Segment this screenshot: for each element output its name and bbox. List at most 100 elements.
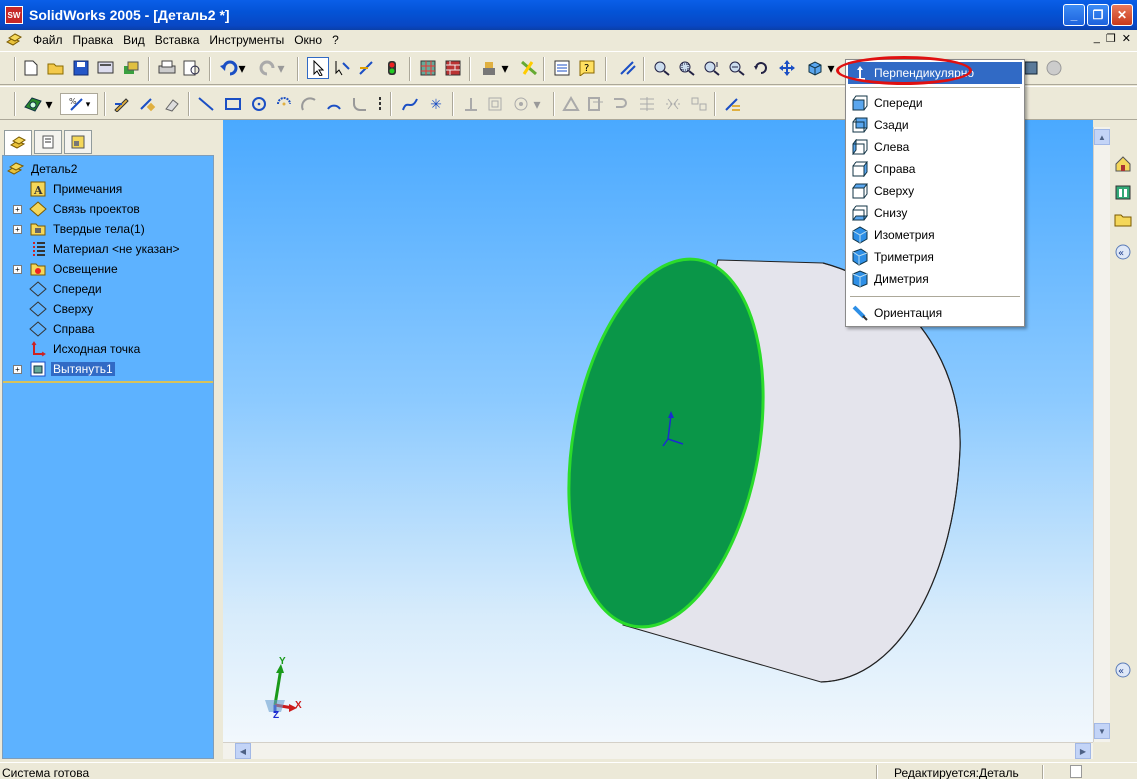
- print-preview-icon[interactable]: [95, 57, 117, 79]
- fillet-sketch-icon[interactable]: [722, 93, 744, 115]
- scroll-up-icon[interactable]: ▲: [1094, 129, 1110, 145]
- tree-item-extrude[interactable]: + Вытянуть1: [3, 359, 213, 379]
- collapse-pane-icon[interactable]: «: [1112, 241, 1134, 263]
- doc-close-button[interactable]: ✕: [1122, 32, 1131, 45]
- dimension-icon[interactable]: % ▾: [60, 93, 98, 115]
- tree-item-lighting[interactable]: + Освещение: [3, 259, 213, 279]
- linear-pattern-icon[interactable]: [636, 93, 658, 115]
- mirror-dropdown-icon[interactable]: ▾: [532, 93, 542, 115]
- pan-icon[interactable]: [776, 57, 798, 79]
- sketch-plane-dropdown-icon[interactable]: ▾: [44, 93, 54, 115]
- view-orientation-dropdown-icon[interactable]: ▾: [826, 57, 836, 79]
- part-document-icon[interactable]: [5, 32, 23, 48]
- zoom-selection-icon[interactable]: [726, 57, 748, 79]
- feature-manager-tab[interactable]: [4, 130, 32, 156]
- menu-item-orientation[interactable]: Ориентация: [848, 302, 1022, 324]
- tree-root-part[interactable]: Деталь2: [3, 159, 213, 179]
- tree-item-material[interactable]: Материал <не указан>: [3, 239, 213, 259]
- fillet-icon[interactable]: [348, 93, 370, 115]
- minimize-button[interactable]: _: [1063, 4, 1085, 26]
- arc-center-icon[interactable]: [273, 93, 295, 115]
- convert-icon[interactable]: [585, 93, 607, 115]
- expand-icon[interactable]: +: [13, 224, 22, 234]
- trim-icon[interactable]: [560, 93, 582, 115]
- arc-3point-icon[interactable]: [323, 93, 345, 115]
- rotate-view-icon[interactable]: [751, 57, 773, 79]
- maximize-button[interactable]: ❐: [1087, 4, 1109, 26]
- sketch-icon[interactable]: [356, 57, 378, 79]
- line-icon[interactable]: [195, 93, 217, 115]
- menu-view[interactable]: Вид: [118, 31, 150, 49]
- zoom-area-icon[interactable]: [676, 57, 698, 79]
- appearance-icon[interactable]: [479, 57, 501, 79]
- centerline-icon[interactable]: [374, 93, 386, 115]
- menu-item-top[interactable]: Сверху: [848, 180, 1022, 202]
- configuration-manager-tab[interactable]: [64, 130, 92, 154]
- eraser-icon[interactable]: [161, 93, 183, 115]
- new-icon[interactable]: [20, 57, 42, 79]
- tree-item-design-binder[interactable]: + Связь проектов: [3, 199, 213, 219]
- save-icon[interactable]: [70, 57, 92, 79]
- menu-help[interactable]: ?: [327, 31, 344, 49]
- menu-window[interactable]: Окно: [289, 31, 327, 49]
- menu-file[interactable]: Файл: [28, 31, 68, 49]
- view-orientation-icon[interactable]: [804, 57, 826, 79]
- tree-item-front-plane[interactable]: Спереди: [3, 279, 213, 299]
- expand-pane-icon[interactable]: «: [1112, 659, 1134, 681]
- tree-item-right-plane[interactable]: Справа: [3, 319, 213, 339]
- circle-icon[interactable]: [248, 93, 270, 115]
- status-resize-grip[interactable]: [1070, 765, 1082, 778]
- file-explorer-icon[interactable]: [1112, 209, 1134, 231]
- expand-icon[interactable]: +: [13, 204, 22, 214]
- print-icon[interactable]: [156, 57, 178, 79]
- tree-item-top-plane[interactable]: Сверху: [3, 299, 213, 319]
- vertical-scrollbar[interactable]: ▲ ▼: [1093, 127, 1110, 742]
- expand-icon[interactable]: +: [13, 264, 22, 274]
- menu-item-dimetric[interactable]: Диметрия: [848, 268, 1022, 290]
- edit-color-icon[interactable]: [518, 57, 540, 79]
- menu-item-front[interactable]: Спереди: [848, 92, 1022, 114]
- circular-pattern-icon[interactable]: [662, 93, 684, 115]
- point-icon[interactable]: ✳: [425, 93, 447, 115]
- menu-item-right[interactable]: Справа: [848, 158, 1022, 180]
- offset-icon[interactable]: [485, 93, 507, 115]
- menu-item-left[interactable]: Слева: [848, 136, 1022, 158]
- menu-edit[interactable]: Правка: [68, 31, 119, 49]
- rectangle-icon[interactable]: [222, 93, 244, 115]
- preview-icon[interactable]: [181, 57, 203, 79]
- grid-icon[interactable]: [417, 57, 439, 79]
- tree-item-origin[interactable]: Исходная точка: [3, 339, 213, 359]
- sketch-pencil-icon[interactable]: [111, 93, 133, 115]
- menu-insert[interactable]: Вставка: [150, 31, 205, 49]
- menu-item-bottom[interactable]: Снизу: [848, 202, 1022, 224]
- help-icon[interactable]: ?: [576, 57, 598, 79]
- menu-item-back[interactable]: Сзади: [848, 114, 1022, 136]
- home-icon[interactable]: [1112, 153, 1134, 175]
- tree-item-solid-bodies[interactable]: + Твердые тела(1): [3, 219, 213, 239]
- properties-icon[interactable]: [551, 57, 573, 79]
- extend-icon[interactable]: [610, 93, 632, 115]
- menu-item-isometric[interactable]: Изометрия: [848, 224, 1022, 246]
- rebuild-icon[interactable]: [381, 57, 403, 79]
- zoom-fit-icon[interactable]: [651, 57, 673, 79]
- mirror-icon[interactable]: [510, 93, 532, 115]
- options-icon[interactable]: [120, 57, 142, 79]
- undo-dropdown-icon[interactable]: ▾: [237, 57, 247, 79]
- rollback-bar[interactable]: [3, 381, 213, 383]
- select-other-icon[interactable]: [331, 57, 353, 79]
- horizontal-scrollbar[interactable]: ◀ ▶: [223, 742, 1093, 759]
- select-icon[interactable]: [307, 57, 329, 79]
- filter-icon[interactable]: [617, 57, 639, 79]
- relations-icon[interactable]: [460, 93, 482, 115]
- menu-tools[interactable]: Инструменты: [204, 31, 289, 49]
- doc-minimize-button[interactable]: _: [1094, 32, 1100, 45]
- close-button[interactable]: ✕: [1111, 4, 1133, 26]
- appearance-dropdown-icon[interactable]: ▾: [500, 57, 510, 79]
- tree-item-annotations[interactable]: A Примечания: [3, 179, 213, 199]
- move-entities-icon[interactable]: [688, 93, 710, 115]
- sketch-plane-icon[interactable]: [22, 93, 44, 115]
- solidworks-logo-icon[interactable]: SW: [5, 6, 23, 24]
- open-icon[interactable]: [45, 57, 67, 79]
- zoom-in-out-icon[interactable]: [701, 57, 723, 79]
- scroll-down-icon[interactable]: ▼: [1094, 723, 1110, 739]
